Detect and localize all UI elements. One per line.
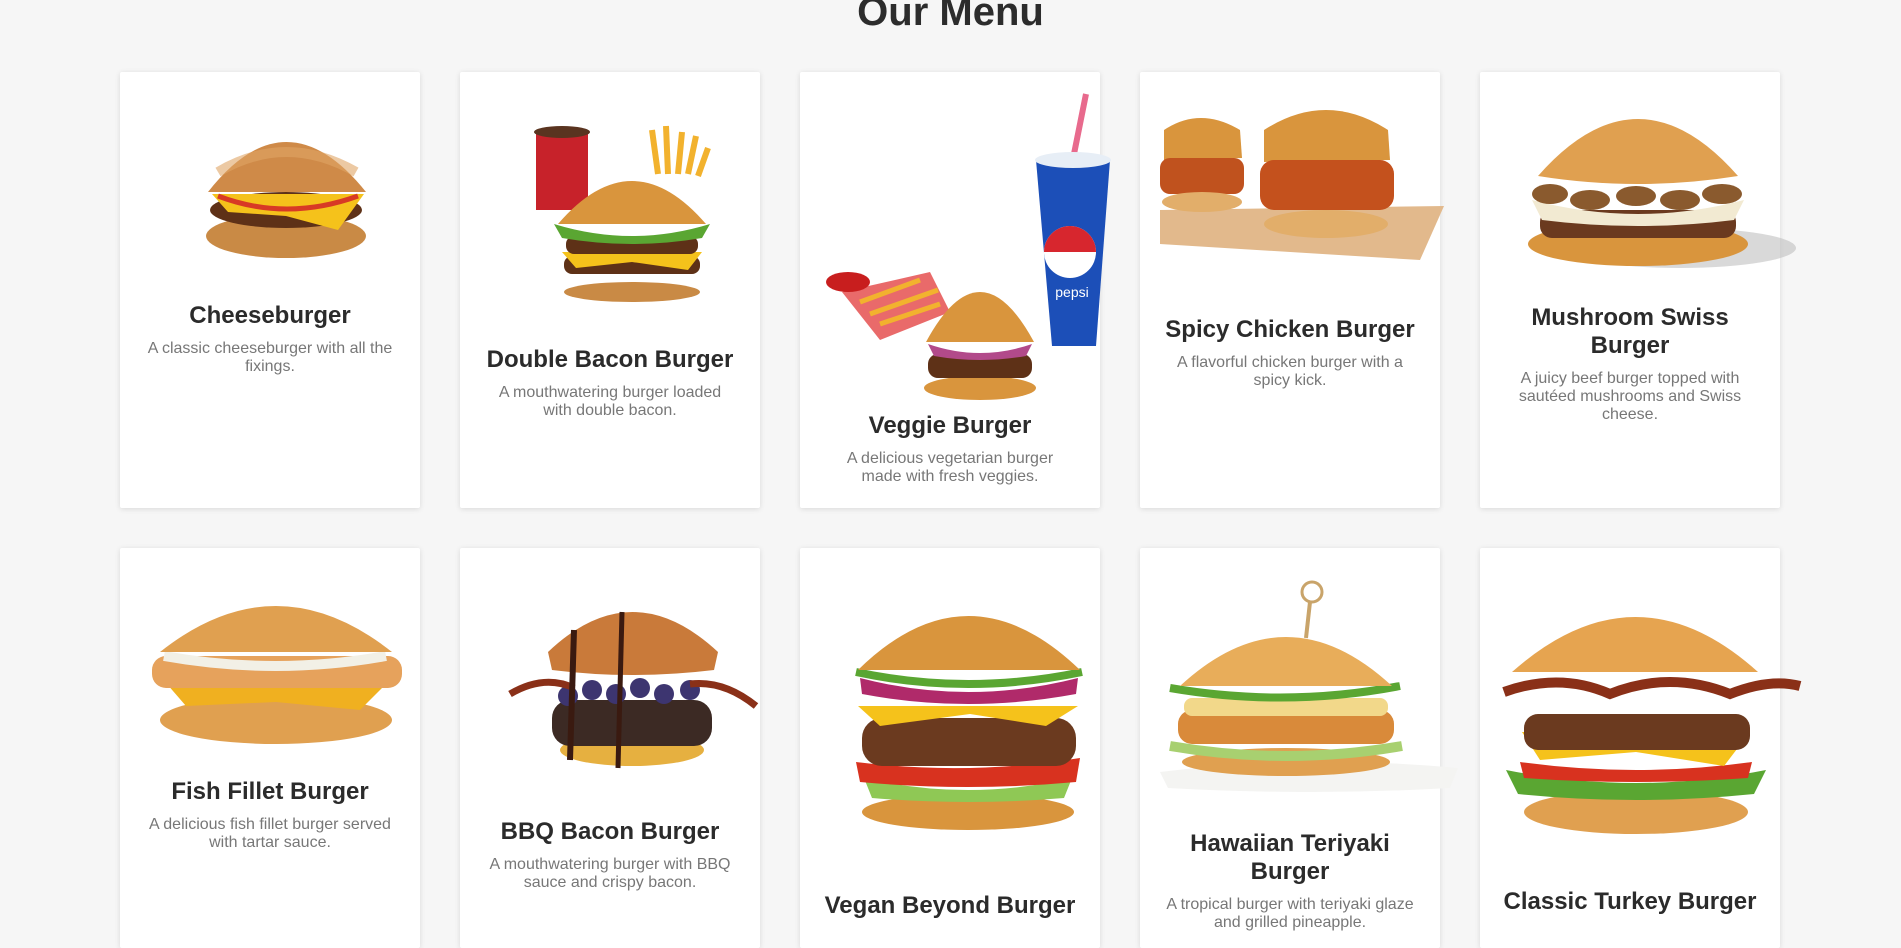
classic-turkey-image (1500, 582, 1802, 847)
menu-item-description: A juicy beef burger topped with sautéed … (1518, 370, 1742, 423)
pepsi-logo-label: pepsi (1055, 284, 1088, 300)
menu-item-name: Fish Fillet Burger (171, 778, 369, 805)
menu-item-description: A mouthwatering burger loaded with doubl… (498, 384, 722, 419)
mushroom-swiss-image (1500, 92, 1800, 287)
menu-item-name: BBQ Bacon Burger (500, 818, 720, 845)
bbq-bacon-image (504, 590, 762, 775)
menu-item-card[interactable]: Double Bacon Burger A mouthwatering burg… (460, 72, 760, 508)
vegan-beyond-image (850, 602, 1090, 837)
menu-item-card[interactable]: Mushroom Swiss Burger A juicy beef burge… (1480, 72, 1796, 508)
spicy-chicken-image (1160, 110, 1452, 265)
cheeseburger-image (188, 112, 388, 269)
menu-item-card[interactable]: Cheeseburger A classic cheeseburger with… (120, 72, 420, 508)
menu-item-description: A mouthwatering burger with BBQ sauce an… (489, 856, 731, 891)
menu-item-name: Cheeseburger (189, 302, 351, 329)
menu-item-card[interactable]: Hawaiian Teriyaki Burger A tropical burg… (1140, 548, 1458, 948)
menu-item-description: A delicious vegetarian burger made with … (846, 450, 1054, 485)
page-title: Our Menu (857, 0, 1044, 34)
menu-item-card[interactable]: Spicy Chicken Burger A flavorful chicken… (1140, 72, 1444, 508)
fish-fillet-image (146, 580, 416, 755)
menu-item-description: A tropical burger with teriyaki glaze an… (1166, 896, 1414, 931)
menu-item-description: A delicious fish fillet burger served wi… (149, 816, 391, 851)
menu-item-name: Mushroom Swiss Burger (1531, 304, 1729, 359)
double-bacon-combo-image (532, 124, 732, 309)
menu-item-name: Vegan Beyond Burger (824, 892, 1076, 919)
menu-item-name: Classic Turkey Burger (1503, 888, 1757, 915)
menu-item-name: Double Bacon Burger (486, 346, 734, 373)
menu-item-card[interactable]: pepsi Veggie Burger A delicious vegetari… (800, 72, 1111, 508)
menu-item-name: Hawaiian Teriyaki Burger (1190, 830, 1390, 885)
menu-item-description: A flavorful chicken burger with a spicy … (1177, 354, 1403, 389)
menu-item-card[interactable]: Vegan Beyond Burger (800, 548, 1100, 948)
hawaiian-teriyaki-image (1160, 568, 1460, 813)
menu-item-name: Veggie Burger (868, 412, 1032, 439)
menu-item-name: Spicy Chicken Burger (1165, 316, 1415, 343)
menu-item-description: A classic cheeseburger with all the fixi… (147, 340, 393, 375)
menu-item-card[interactable]: BBQ Bacon Burger A mouthwatering burger … (460, 548, 760, 948)
veggie-combo-image: pepsi (820, 92, 1120, 407)
menu-item-card[interactable]: Classic Turkey Burger (1480, 548, 1802, 948)
menu-item-card[interactable]: Fish Fillet Burger A delicious fish fill… (120, 548, 420, 948)
